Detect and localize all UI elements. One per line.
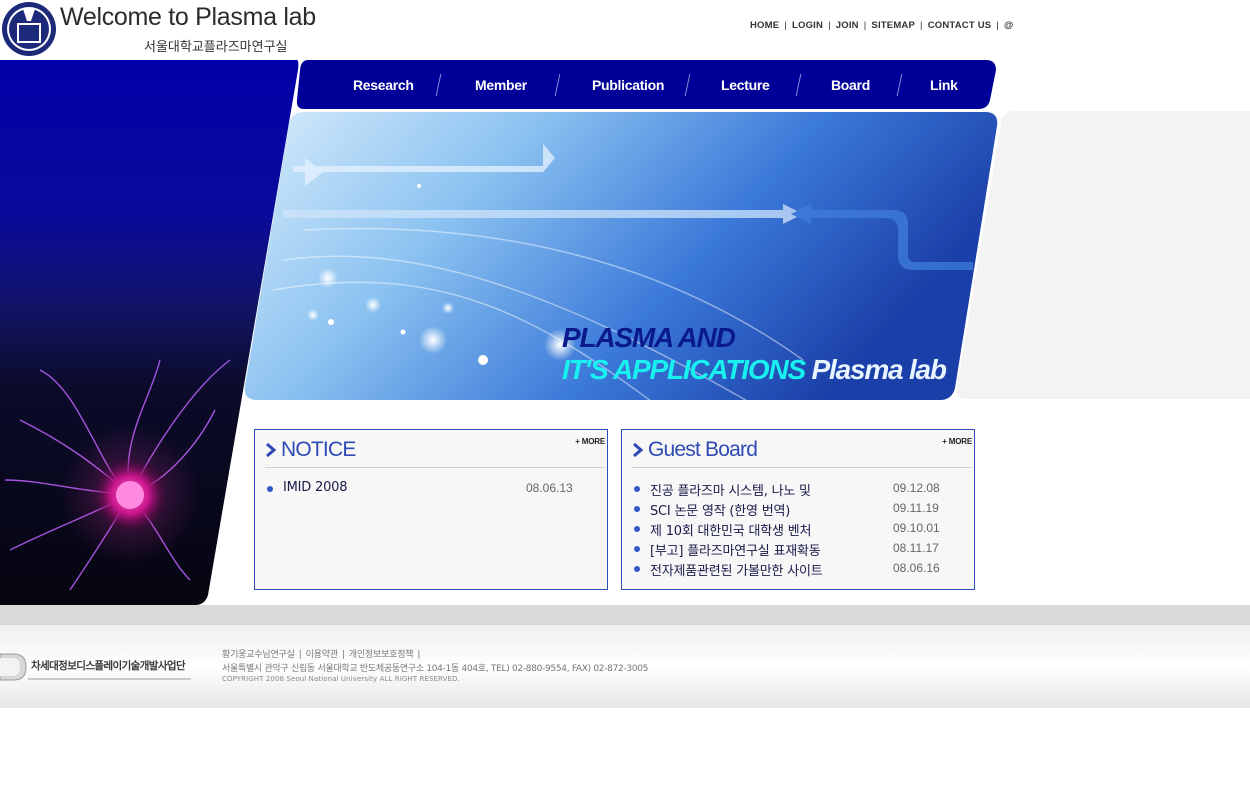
list-item: 진공 플라즈마 시스템, 나노 및 09.12.08 bbox=[632, 480, 972, 500]
footer-link-terms[interactable]: 이용약관 bbox=[306, 650, 339, 660]
nav-lecture[interactable]: Lecture bbox=[721, 77, 770, 93]
list-item: SCI 논문 영작 (한영 번역) 09.11.19 bbox=[632, 500, 972, 520]
footer-links: 황기웅교수님연구실 | 이용약관 | 개인정보보호정책 | bbox=[222, 650, 421, 660]
guestboard-item-date: 09.10.01 bbox=[893, 521, 940, 535]
footer-top-band bbox=[0, 605, 1250, 625]
bullet-icon bbox=[634, 526, 640, 532]
contact-us-link[interactable]: CONTACT US bbox=[928, 20, 992, 31]
nav-member[interactable]: Member bbox=[475, 77, 527, 93]
banner-headline-2: IT'S APPLICATIONS Plasma lab bbox=[562, 354, 948, 386]
bullet-icon bbox=[634, 506, 640, 512]
list-item: 전자제품관련된 가볼만한 사이트 08.06.16 bbox=[632, 560, 972, 580]
guestboard-item-title[interactable]: SCI 논문 영작 (한영 번역) bbox=[650, 500, 790, 519]
guestboard-item-title[interactable]: 전자제품관련된 가볼만한 사이트 bbox=[650, 560, 823, 579]
footer-link-privacy[interactable]: 개인정보보호정책 bbox=[349, 650, 414, 660]
sitemap-link[interactable]: SITEMAP bbox=[871, 20, 915, 31]
top-utility-links: HOME | LOGIN | JOIN | SITEMAP | CONTACT US | @ bbox=[750, 20, 1014, 31]
university-emblem-icon[interactable] bbox=[1, 1, 57, 57]
join-link[interactable]: JOIN bbox=[836, 20, 859, 31]
list-item: [부고] 플라즈마연구실 표재확동 08.11.17 bbox=[632, 540, 972, 560]
login-link[interactable]: LOGIN bbox=[792, 20, 823, 31]
nav-board[interactable]: Board bbox=[831, 77, 870, 93]
guestboard-item-date: 08.11.17 bbox=[893, 541, 939, 555]
notice-list: IMID 2008 08.06.13 bbox=[265, 480, 605, 500]
site-subtitle: 서울대학교플라즈마연구실 bbox=[144, 40, 288, 55]
guestboard-item-title[interactable]: [부고] 플라즈마연구실 표재확동 bbox=[650, 540, 821, 559]
notice-more-link[interactable]: + MORE bbox=[575, 437, 605, 446]
site-title: Welcome to Plasma lab bbox=[60, 3, 316, 31]
notice-item-title[interactable]: IMID 2008 bbox=[283, 480, 348, 495]
chevron-right-icon bbox=[266, 443, 276, 457]
footer-copyright: COPYRIGHT 2008 Seoul National University… bbox=[222, 675, 460, 683]
guestboard-item-date: 09.11.19 bbox=[893, 501, 939, 515]
guestboard-more-link[interactable]: + MORE bbox=[942, 437, 972, 446]
divider bbox=[632, 467, 972, 468]
banner-headline-2-main: IT'S APPLICATIONS bbox=[562, 354, 806, 385]
footer-address: 서울특별시 관악구 신림동 서울대학교 반도체공동연구소 104-1동 404호… bbox=[222, 664, 649, 674]
banner-headline-2-suffix: Plasma lab bbox=[811, 354, 948, 385]
banner-headline-1: PLASMA AND bbox=[562, 322, 736, 353]
notice-item-date: 08.06.13 bbox=[526, 481, 573, 495]
guestboard-title: Guest Board bbox=[648, 438, 758, 461]
chevron-right-icon bbox=[633, 443, 643, 457]
list-item: IMID 2008 08.06.13 bbox=[265, 480, 605, 500]
guestboard-list: 진공 플라즈마 시스템, 나노 및 09.12.08 SCI 논문 영작 (한영 … bbox=[632, 480, 972, 580]
bullet-icon bbox=[267, 486, 273, 492]
footer-org-name: 차세대정보디스플레이기술개발사업단 bbox=[31, 660, 186, 672]
bullet-icon bbox=[634, 566, 640, 572]
guestboard-item-title[interactable]: 제 10회 대한민국 대학생 벤처 bbox=[650, 520, 811, 539]
divider bbox=[265, 467, 605, 468]
nav-link[interactable]: Link bbox=[930, 77, 958, 93]
footer-link-lab[interactable]: 황기웅교수님연구실 bbox=[222, 650, 295, 660]
notice-panel: NOTICE + MORE IMID 2008 08.06.13 bbox=[254, 429, 608, 590]
nav-research[interactable]: Research bbox=[353, 77, 414, 93]
bullet-icon bbox=[634, 546, 640, 552]
guestboard-item-title[interactable]: 진공 플라즈마 시스템, 나노 및 bbox=[650, 480, 811, 499]
bullet-icon bbox=[634, 486, 640, 492]
guestboard-item-date: 08.06.16 bbox=[893, 561, 940, 575]
nav-publication[interactable]: Publication bbox=[592, 77, 664, 93]
notice-title: NOTICE bbox=[281, 438, 356, 461]
home-link[interactable]: HOME bbox=[750, 20, 779, 31]
list-item: 제 10회 대한민국 대학생 벤처 09.10.01 bbox=[632, 520, 972, 540]
guestboard-item-date: 09.12.08 bbox=[893, 481, 940, 495]
email-link[interactable]: @ bbox=[1004, 20, 1013, 31]
guestboard-panel: Guest Board + MORE 진공 플라즈마 시스템, 나노 및 09.1… bbox=[621, 429, 975, 590]
